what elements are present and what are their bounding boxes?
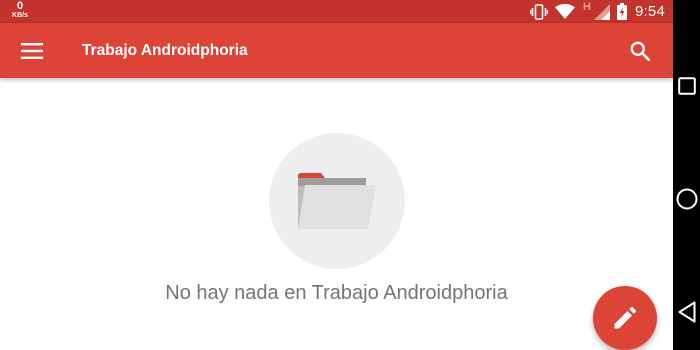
network-speed-indicator: 0 KB/s — [10, 0, 30, 20]
folder-icon — [297, 172, 377, 230]
system-navigation-bar — [673, 0, 700, 350]
status-clock: 9:54 — [635, 3, 665, 20]
empty-state-message: No hay nada en Trabajo Androidphoria — [165, 282, 508, 304]
network-type-label: H — [583, 1, 591, 13]
compose-fab-button[interactable] — [593, 286, 657, 350]
app-toolbar: Trabajo Androidphoria — [0, 23, 673, 78]
pencil-icon — [614, 307, 636, 329]
app-screen: 0 KB/s H 9:54 Trabajo Androidphoria No h… — [0, 0, 673, 350]
status-bar: 0 KB/s H 9:54 — [0, 0, 673, 23]
status-icons: H 9:54 — [523, 0, 665, 23]
cell-signal-icon — [594, 3, 610, 20]
home-icon — [676, 188, 698, 210]
vibrate-icon — [530, 3, 549, 20]
back-icon — [678, 301, 696, 323]
empty-state-illustration — [269, 133, 405, 269]
back-button[interactable] — [673, 292, 700, 332]
recents-button[interactable] — [673, 66, 700, 106]
network-speed-value: 0 — [16, 0, 24, 12]
recents-icon — [677, 77, 696, 95]
search-button[interactable] — [619, 30, 661, 72]
hamburger-menu-icon — [21, 43, 43, 59]
search-icon — [630, 41, 650, 61]
page-title: Trabajo Androidphoria — [82, 42, 248, 59]
network-speed-unit: KB/s — [12, 12, 28, 19]
wifi-icon — [555, 4, 576, 19]
home-button[interactable] — [673, 179, 700, 219]
menu-button[interactable] — [10, 31, 54, 71]
battery-icon — [617, 3, 627, 20]
